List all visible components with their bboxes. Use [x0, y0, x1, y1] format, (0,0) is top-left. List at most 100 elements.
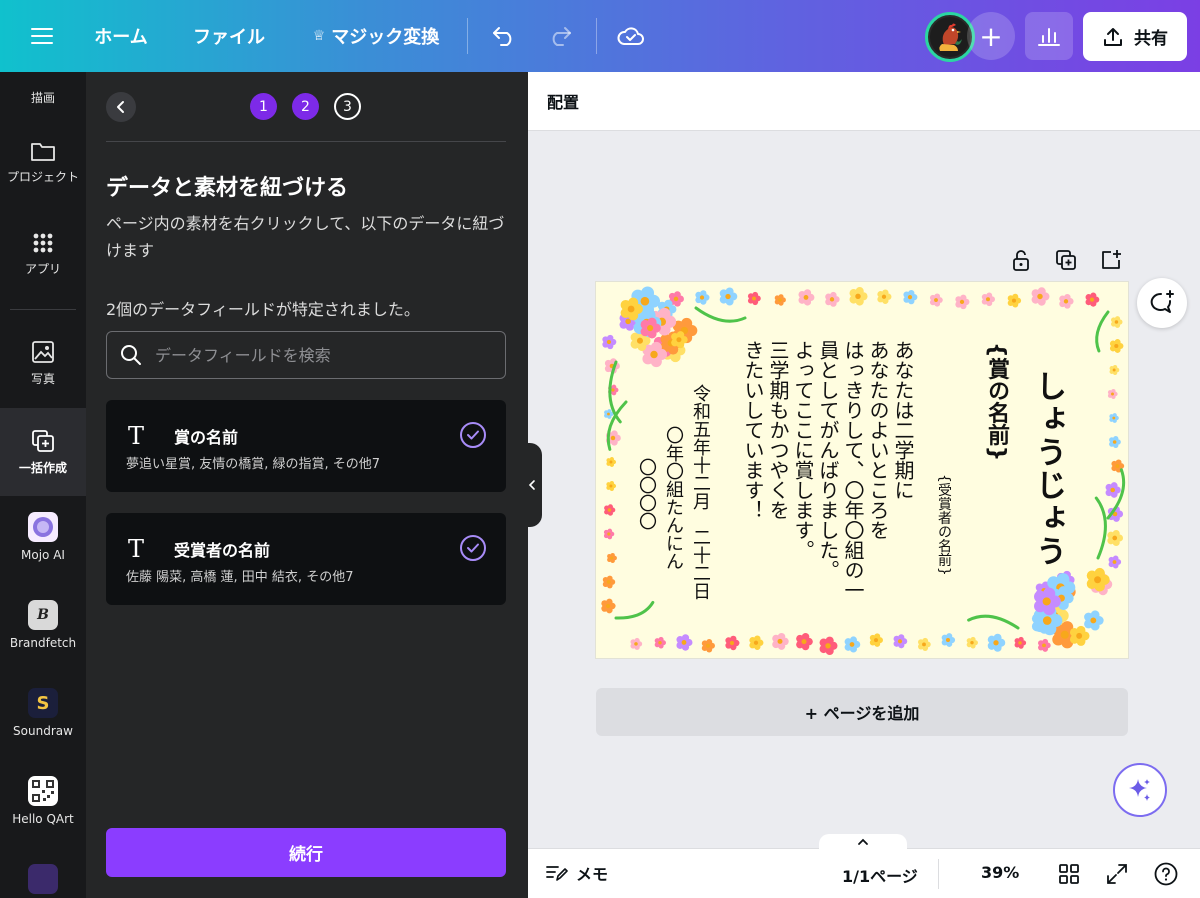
certificate-title: しょうじょう: [1030, 370, 1066, 568]
field-search-box[interactable]: [106, 331, 506, 379]
upload-icon: [1104, 27, 1122, 46]
rail-item-draw[interactable]: 描画: [0, 72, 86, 112]
magic-switch-button[interactable]: ♕ マジック変換: [308, 0, 444, 72]
search-icon: [121, 345, 141, 365]
rail-item-more-app[interactable]: [0, 864, 86, 898]
photo-icon: [32, 341, 54, 363]
add-comment-button[interactable]: [1137, 278, 1187, 328]
rail-item-soundraw[interactable]: S Soundraw: [0, 688, 86, 748]
app-icon: [28, 864, 58, 894]
share-label: 共有: [1134, 29, 1168, 49]
certificate-body-line: きたいしています！: [741, 340, 765, 520]
text-type-icon: T: [128, 535, 145, 563]
help-icon[interactable]: [1154, 862, 1178, 886]
bulk-create-panel: 1 2 3 データと素材を紐づける ページ内の素材を右クリックして、以下のデータ…: [86, 72, 528, 898]
fields-found-text: 2個のデータフィールドが特定されました。: [106, 300, 420, 319]
add-page-icon[interactable]: [1099, 248, 1123, 272]
magic-assistant-button[interactable]: [1113, 763, 1167, 817]
field-search-input[interactable]: [155, 345, 485, 365]
rail-item-projects[interactable]: プロジェクト: [0, 140, 86, 200]
collapse-panel-button[interactable]: [522, 443, 542, 527]
rooster-avatar-icon: [930, 17, 970, 57]
menu-icon[interactable]: [24, 0, 60, 72]
rail-item-mojo-ai[interactable]: Mojo AI: [0, 512, 86, 572]
toolbar-divider: [596, 18, 597, 54]
page-count[interactable]: 1/1ページ: [842, 863, 918, 887]
toolbar-divider: [467, 18, 468, 54]
panel-description: ページ内の素材を右クリックして、以下のデータに紐づけます: [106, 214, 505, 260]
certificate-body-line: あなたのよいところを: [866, 340, 890, 540]
rail-item-label: プロジェクト: [6, 170, 79, 184]
position-button[interactable]: 配置: [547, 89, 579, 113]
rail-item-brandfetch[interactable]: B Brandfetch: [0, 600, 86, 660]
top-toolbar: ホーム ファイル ♕ マジック変換 + 共有: [0, 0, 1200, 72]
rail-item-label: アプリ: [24, 262, 61, 276]
recipient-name-placeholder[interactable]: {受賞者の名前}: [934, 474, 954, 576]
notes-label: メモ: [576, 865, 609, 884]
context-toolbar: 配置: [528, 72, 1200, 131]
fullscreen-icon[interactable]: [1105, 862, 1129, 886]
comment-add-icon: [1150, 290, 1174, 313]
bulk-create-icon: [32, 429, 54, 452]
chevron-left-icon: [528, 480, 535, 490]
field-name: 賞の名前: [174, 428, 239, 447]
rail-item-label: 描画: [30, 91, 55, 105]
award-name-placeholder[interactable]: {賞の名前}: [980, 342, 1012, 461]
data-field-card[interactable]: T 賞の名前 夢追い星賞, 友情の橋賞, 緑の指賞, その他7: [106, 400, 506, 492]
rail-item-label: Mojo AI: [21, 548, 65, 562]
expand-pages-tab[interactable]: [819, 834, 907, 850]
field-name: 受賞者の名前: [174, 541, 271, 560]
rail-item-hello-qart[interactable]: Hello QArt: [0, 776, 86, 836]
notes-icon: [546, 866, 568, 881]
folder-icon: [31, 143, 55, 161]
chevron-left-icon: [117, 101, 124, 113]
step-1: 1: [250, 93, 277, 120]
rail-item-photos[interactable]: 写真: [0, 340, 86, 400]
bar-chart-icon: [1038, 28, 1060, 46]
grid-view-icon[interactable]: [1057, 862, 1081, 886]
rail-divider: [10, 309, 76, 310]
continue-button[interactable]: 続行: [106, 828, 506, 877]
certificate-date: 令和五年十二月 二十二日: [690, 384, 711, 600]
rail-item-label: 一括作成: [18, 460, 67, 475]
certificate-body-line: 三学期もかつやくを: [766, 340, 790, 520]
rail-item-apps[interactable]: アプリ: [0, 232, 86, 292]
share-button[interactable]: 共有: [1083, 12, 1187, 61]
certificate-issuer: 〇年〇組たんにん: [663, 426, 684, 570]
undo-icon[interactable]: [488, 0, 520, 72]
bottom-bar: メモ 1/1ページ 39%: [528, 834, 1200, 898]
left-rail: 描画 プロジェクト アプリ 写真 一括作成 Mojo AI B Brandfet…: [0, 72, 86, 898]
step-2: 2: [292, 93, 319, 120]
sparkle-icon: [1129, 779, 1150, 801]
field-values: 佐藤 陽菜, 高橋 蓮, 田中 結衣, その他7: [126, 570, 354, 585]
field-values: 夢追い星賞, 友情の橋賞, 緑の指賞, その他7: [126, 457, 381, 472]
certificate-body-line: はっきりして、〇年〇組の一: [841, 340, 865, 600]
apps-grid-icon: [33, 233, 53, 253]
lock-icon[interactable]: [1009, 248, 1033, 272]
duplicate-page-icon[interactable]: [1054, 248, 1078, 272]
data-field-card[interactable]: T 受賞者の名前 佐藤 陽菜, 高橋 蓮, 田中 結衣, その他7: [106, 513, 506, 605]
home-button[interactable]: ホーム: [86, 0, 156, 72]
redo-icon[interactable]: [544, 0, 576, 72]
certificate-body-line: 員としてがんばりました。: [816, 340, 840, 580]
rail-item-label: Hello QArt: [12, 812, 74, 826]
check-icon: [460, 535, 486, 561]
certificate-body-line: よってここに賞します。: [791, 340, 815, 560]
add-page-button[interactable]: + ページを追加: [596, 688, 1128, 736]
cloud-saved-icon[interactable]: [614, 0, 648, 72]
canvas-area: 配置 しょうじょう {賞の名前} {受賞者の名前} あなたは二学期に あなたのよ…: [528, 72, 1200, 898]
certificate-signature: 〇〇〇〇: [636, 458, 657, 530]
notes-button[interactable]: メモ: [546, 861, 608, 885]
crown-icon: ♕: [312, 28, 326, 44]
step-3: 3: [334, 93, 361, 120]
file-menu-button[interactable]: ファイル: [186, 0, 272, 72]
zoom-level[interactable]: 39%: [981, 863, 1019, 882]
back-button[interactable]: [106, 92, 136, 122]
add-collaborator-button[interactable]: +: [967, 12, 1015, 60]
mojo-ai-icon: [28, 512, 58, 542]
magic-switch-label: マジック変換: [331, 27, 440, 48]
certificate-page[interactable]: しょうじょう {賞の名前} {受賞者の名前} あなたは二学期に あなたのよいとこ…: [596, 282, 1128, 658]
rail-item-bulk-create[interactable]: 一括作成: [0, 408, 86, 496]
text-type-icon: T: [128, 422, 145, 450]
analytics-button[interactable]: [1025, 12, 1073, 60]
